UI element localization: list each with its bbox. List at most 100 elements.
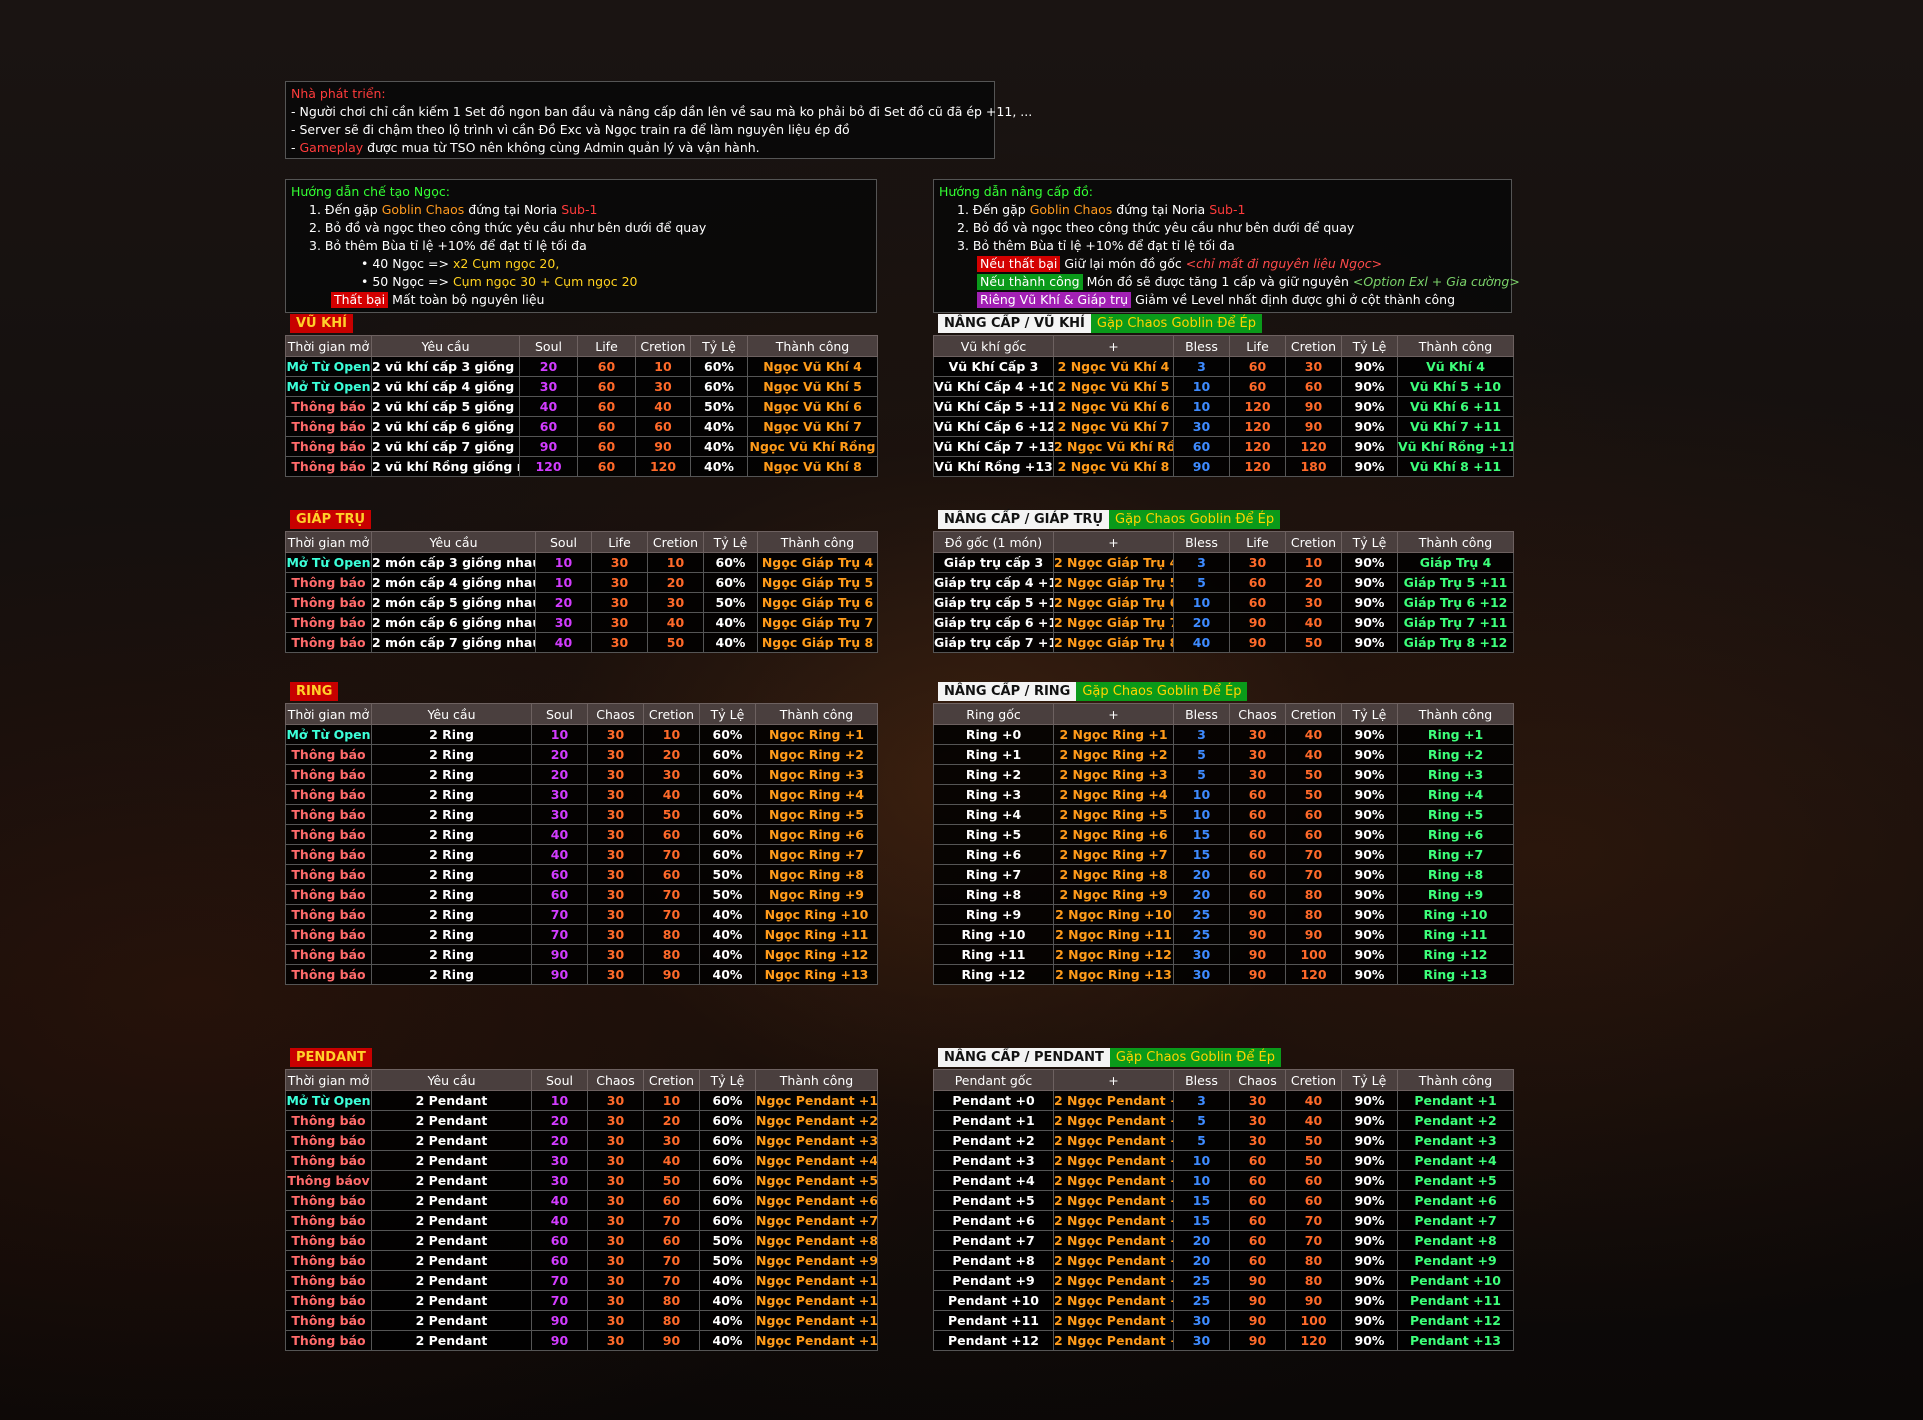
table-row: Thông báo 2 món cấp 5 giống nhau 20 30 30 50%…: [285, 592, 878, 613]
table-cell: Ngọc Ring +3: [755, 764, 878, 785]
column-header: Bless: [1173, 703, 1230, 725]
column-header: Thành công: [1397, 335, 1514, 357]
column-header: Cretion: [1285, 1069, 1342, 1091]
step-text: đứng tại Noria: [464, 202, 562, 217]
table-row: Mở Từ Open 2 Pendant 10 30 10 60% Ngọc Pendant…: [285, 1090, 878, 1111]
table-cell: 2 vũ khí cấp 3 giống nhau: [371, 356, 520, 377]
table-cell: 2 Ngọc Pendant +7: [1053, 1210, 1174, 1231]
table-cell: 50: [643, 1170, 700, 1191]
craft-bullet: • 50 Ngọc => Cụm ngọc 30 + Cụm ngọc 20: [291, 273, 871, 291]
table-cell: 60%: [699, 804, 756, 825]
table-cell: 2 Ring: [371, 744, 532, 765]
column-header: Tỷ Lệ: [1341, 703, 1398, 725]
column-header: +: [1053, 335, 1174, 357]
upgrade-guide-panel: Hướng dẫn nâng cấp đồ: 1. Đến gặp Goblin…: [933, 179, 1520, 313]
table-cell: 70: [643, 904, 700, 925]
fail-tag: Nếu thất bại: [977, 256, 1061, 272]
table-cell: 30: [587, 924, 644, 945]
table-cell: 90%: [1341, 1130, 1398, 1151]
table-row: Thông báo 2 Pendant 60 30 70 50% Ngọc Pendant …: [285, 1250, 878, 1271]
column-header: Tỷ Lệ: [703, 531, 758, 553]
table-cell: Thông báov: [285, 1170, 372, 1191]
table-cell: 60: [577, 436, 636, 457]
table-row: Thông báo 2 món cấp 4 giống nhau 10 30 20 60%…: [285, 572, 878, 593]
table-cell: 90%: [1341, 764, 1398, 785]
craft-guide-title: Hướng dẫn chế tạo Ngọc:: [291, 184, 450, 199]
table-cell: 90%: [1341, 924, 1398, 945]
section-label: VŨ KHÍ: [290, 314, 353, 333]
table-cell: 10: [643, 1090, 700, 1111]
table-cell: 2 Pendant: [371, 1130, 532, 1151]
column-header: Tỷ Lệ: [699, 703, 756, 725]
table-cell: 90: [1285, 416, 1342, 437]
table-cell: 80: [643, 1290, 700, 1311]
table-row: Thông báo2 vũ khí cấp 7 giống nhau906090…: [285, 436, 878, 457]
table-cell: Vũ Khí Cấp 7 +13: [933, 436, 1054, 457]
table-cell: 60: [1229, 884, 1286, 905]
table-cell: Pendant +0: [933, 1090, 1054, 1111]
table-cell: 50: [1285, 1130, 1342, 1151]
table-cell: 30: [587, 1230, 644, 1251]
table-cell: 2 Ring: [371, 724, 532, 745]
table-cell: 60%: [699, 724, 756, 745]
table-cell: 30: [587, 1290, 644, 1311]
table-cell: Giáp trụ cấp 7 +13: [933, 632, 1054, 653]
table-cell: 20: [1285, 572, 1342, 593]
table-row: Thông báo 2 Ring 70 30 80 40% Ngọc Ring +11: [285, 924, 878, 945]
table-cell: 5: [1173, 744, 1230, 765]
table-cell: 90: [531, 1330, 588, 1351]
table-cell: 2 vũ khí cấp 6 giống nhau: [371, 416, 520, 437]
table-cell: 90: [1285, 1290, 1342, 1311]
table-row: Thông báo 2 Ring 90 30 90 40% Ngọc Ring +13: [285, 964, 878, 985]
table-cell: 40%: [703, 612, 758, 633]
table-cell: Pendant +2: [1397, 1110, 1514, 1131]
table-cell: 60: [577, 376, 636, 397]
line-rest: được mua từ TSO nên không cùng Admin quả…: [363, 140, 760, 155]
table-cell: Thông báo: [285, 632, 372, 653]
table-cell: 40%: [699, 1330, 756, 1351]
table-cell: 10: [531, 724, 588, 745]
column-header: Yêu cầu: [371, 703, 532, 725]
table-cell: 50%: [703, 592, 758, 613]
npc-label: Gặp Chaos Goblin Để Ép: [1090, 314, 1263, 333]
table-cell: 50: [1285, 632, 1342, 653]
table-cell: 3: [1173, 356, 1230, 377]
table-cell: 90%: [1341, 612, 1398, 633]
section-label: NÂNG CẤP / RING: [938, 682, 1077, 701]
table-row: Pendant +52 Ngọc Pendant +615606090%Pend…: [933, 1190, 1514, 1211]
table-header-row: Đồ gốc (1 món) + Bless Life Cretion Tỷ Lệ Thàn…: [933, 531, 1514, 553]
table-cell: 3: [1173, 552, 1230, 573]
table-row: Pendant +42 Ngọc Pendant +510606090%Pend…: [933, 1170, 1514, 1191]
table-row: Thông báo 2 món cấp 7 giống nhau 40 30 50 40%…: [285, 632, 878, 653]
table-cell: Vũ Khí Cấp 3: [933, 356, 1054, 377]
table-cell: 5: [1173, 764, 1230, 785]
table-cell: 2 Ngọc Vũ Khí 4: [1053, 356, 1174, 377]
table-cell: 90%: [1341, 964, 1398, 985]
column-header: Ring gốc: [933, 703, 1054, 725]
table-cell: 10: [535, 552, 592, 573]
table-cell: 10: [1173, 1150, 1230, 1171]
table-row: Thông báo 2 Pendant 70 30 70 40% Ngọc Pendant …: [285, 1270, 878, 1291]
table-cell: 2 Ngọc Vũ Khí 6: [1053, 396, 1174, 417]
table-row: Thông báo 2 Ring 40 30 70 60% Ngọc Ring +7: [285, 844, 878, 865]
table-cell: 20: [643, 744, 700, 765]
table-row: Thông báo 2 Ring 70 30 70 40% Ngọc Ring +10: [285, 904, 878, 925]
table-cell: 2 Ring: [371, 904, 532, 925]
table-cell: 120: [1229, 416, 1286, 437]
table-row: Mở Từ Open2 vũ khí cấp 3 giống nhau20601…: [285, 356, 878, 377]
table-cell: Pendant +7: [1397, 1210, 1514, 1231]
table-cell: 25: [1173, 904, 1230, 925]
table-cell: Vũ Khí Rồng +13: [933, 456, 1054, 477]
table-cell: 60%: [699, 1170, 756, 1191]
table-cell: 30: [1173, 944, 1230, 965]
table-cell: 2 Ngọc Ring +8: [1053, 864, 1174, 885]
table-cell: Pendant +9: [933, 1270, 1054, 1291]
table-cell: 50: [1285, 1150, 1342, 1171]
table-cell: Ngọc Ring +5: [755, 804, 878, 825]
table-cell: Giáp trụ cấp 3: [933, 552, 1054, 573]
table-cell: Ngọc Vũ Khí Rồng: [747, 436, 878, 457]
table-cell: 2 Ngọc Pendant +13: [1053, 1330, 1174, 1351]
table-cell: 2 Ngọc Ring +5: [1053, 804, 1174, 825]
table-cell: 90%: [1341, 884, 1398, 905]
table-header-row: Ring gốc + Bless Chaos Cretion Tỷ Lệ Thành côn…: [933, 703, 1514, 725]
